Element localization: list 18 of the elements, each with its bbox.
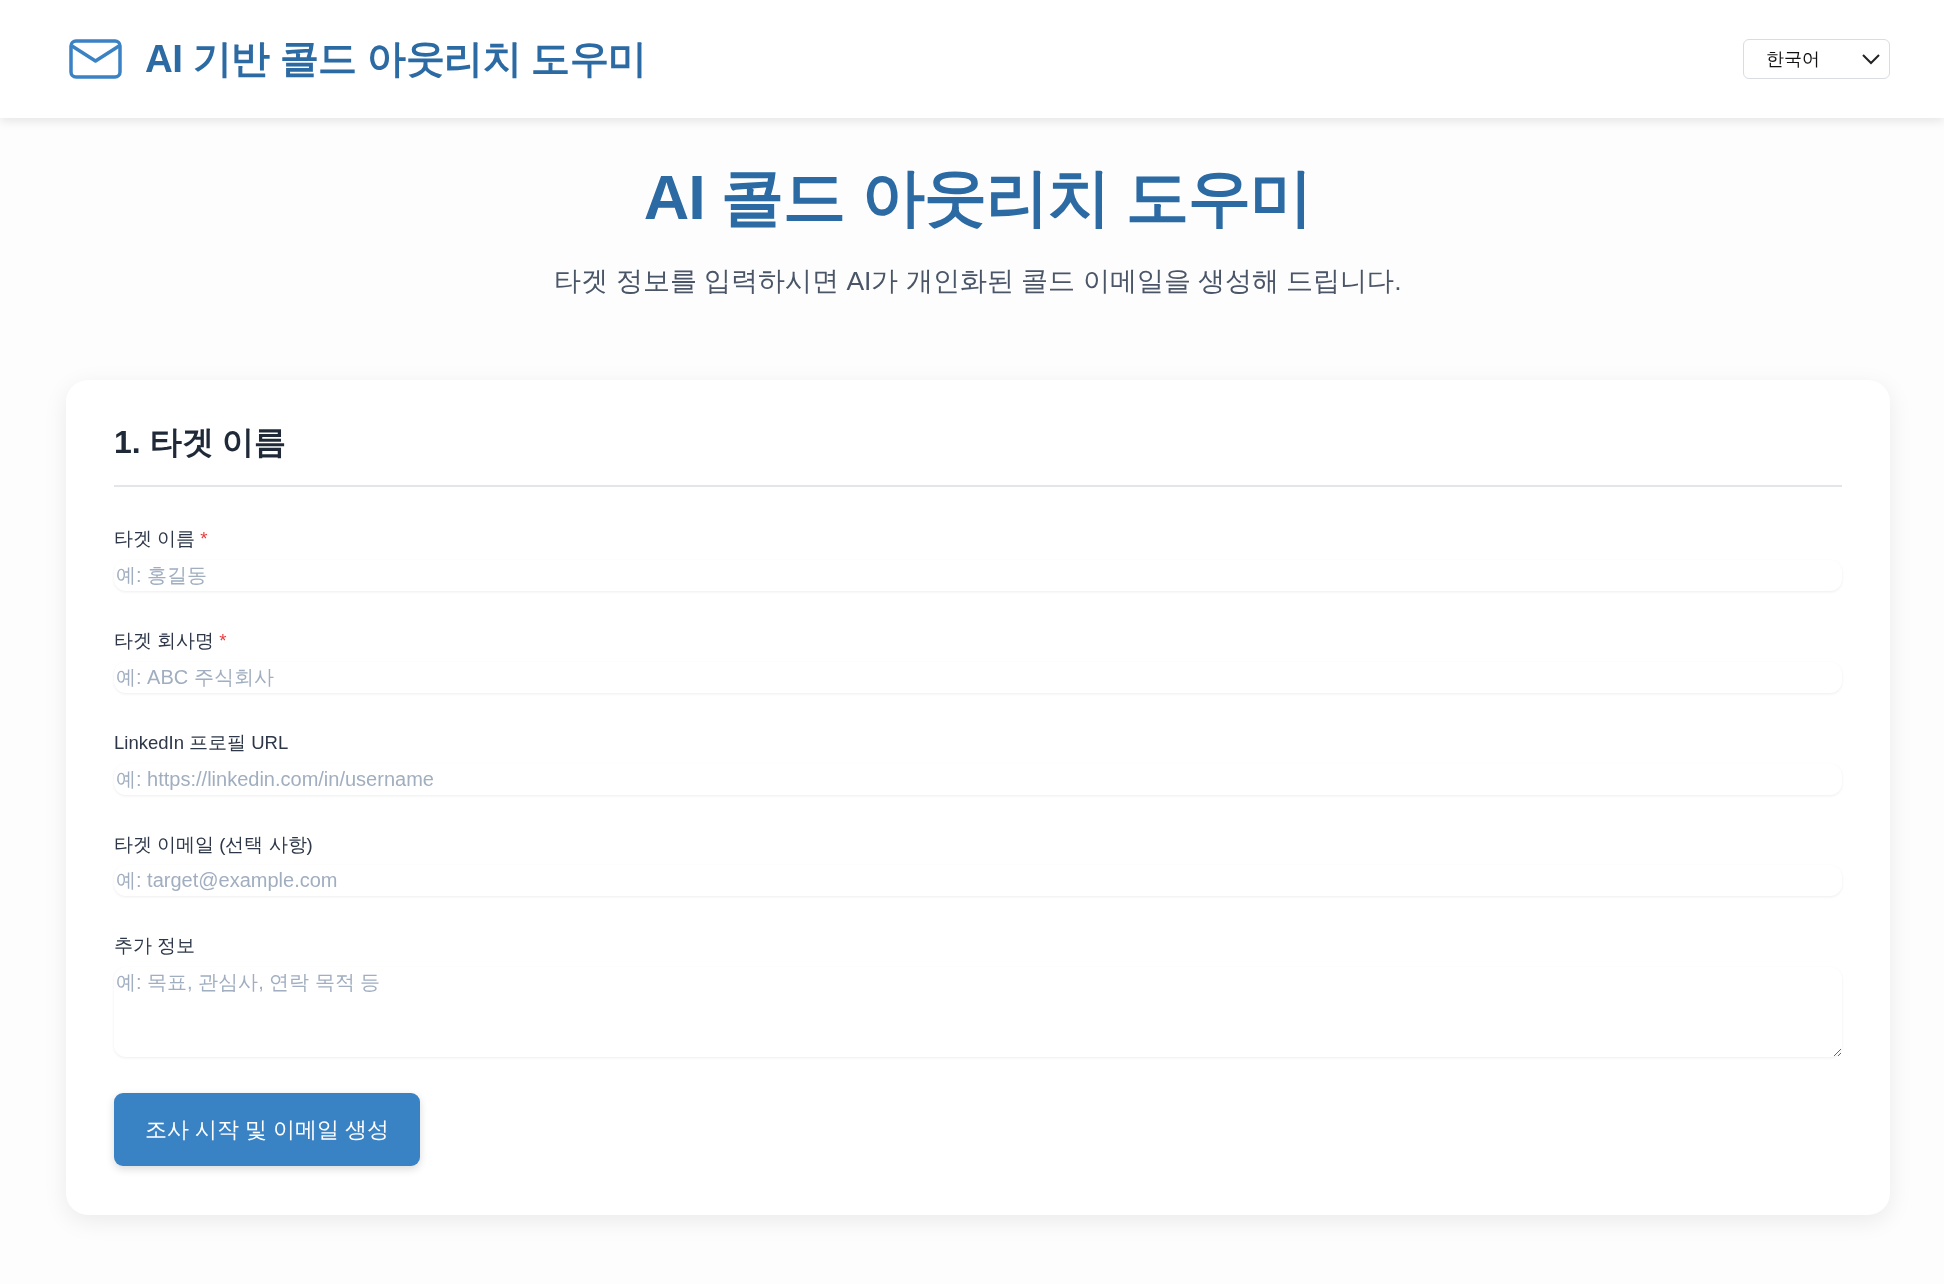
submit-button[interactable]: 조사 시작 및 이메일 생성	[114, 1093, 420, 1167]
app-title: AI 기반 콜드 아웃리치 도우미	[145, 35, 647, 82]
text-input[interactable]: 예: target@example.com	[114, 865, 1842, 897]
field-label: 타겟 이메일 (선택 사항)	[114, 832, 314, 857]
text-input[interactable]: 예: ABC 주식회사	[114, 661, 1842, 693]
text-area[interactable]: 예: 목표, 관심사, 연락 목적 등	[114, 967, 1842, 1058]
field-label: 추가 정보	[114, 934, 197, 959]
text-input[interactable]: 예: https://linkedin.com/in/username	[114, 763, 1842, 795]
section-heading: 1. 타겟 이름	[114, 423, 288, 462]
language-select[interactable]: 한국어	[1743, 39, 1890, 79]
field-label: 타겟 회사명 *	[114, 629, 228, 654]
envelope-icon	[69, 39, 122, 79]
chevron-down-icon	[1861, 53, 1881, 65]
page-title: AI 콜드 아웃리치 도우미	[642, 161, 1314, 234]
field-label: LinkedIn 프로필 URL	[114, 730, 290, 755]
field-label: 타겟 이름 *	[114, 527, 209, 552]
text-input[interactable]: 예: 홍길동	[114, 560, 1842, 592]
page-subtitle: 타겟 정보를 입력하시면 AI가 개인화된 콜드 이메일을 생성해 드립니다.	[553, 264, 1403, 298]
